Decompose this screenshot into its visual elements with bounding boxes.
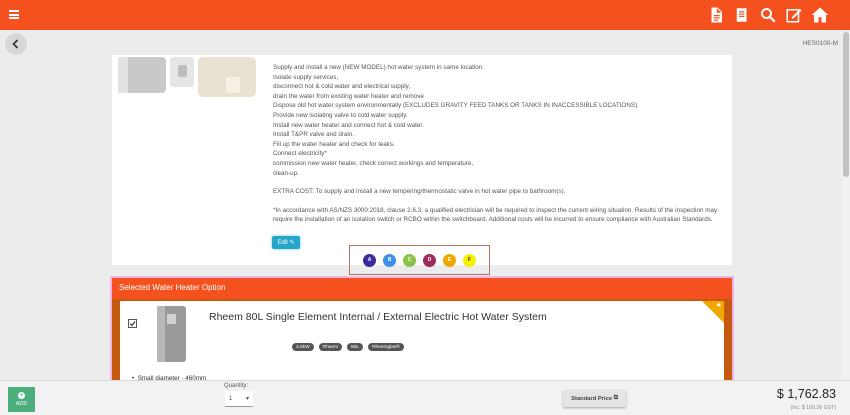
top-icons	[706, 5, 830, 25]
total-price: $ 1,762.83	[776, 387, 836, 401]
top-app-bar	[0, 0, 850, 30]
desc-line: Provide new isolating valve to cold wate…	[273, 111, 408, 119]
star-icon: ★	[715, 302, 722, 309]
desc-line: drain the water from existing water heat…	[273, 92, 424, 100]
standard-price-label: Standard Price	[571, 395, 613, 402]
option-circle-e[interactable]: E	[443, 253, 456, 267]
back-button[interactable]	[5, 33, 27, 55]
selected-option-header: Selected Water Heater Option	[112, 278, 732, 299]
desc-line: disconnect hot & cold water and electric…	[273, 83, 411, 91]
edit-icon: ✎	[289, 240, 295, 246]
check-icon	[129, 321, 136, 327]
home-icon[interactable]	[810, 5, 830, 25]
product-tags: 3.6kW Rheem 80L Rheemglas®	[292, 343, 404, 351]
desc-line: Install T&PR valve and drain.	[273, 131, 355, 139]
edit-button[interactable]: Edit ✎	[272, 236, 300, 249]
search-icon[interactable]	[758, 5, 778, 25]
product-checkbox[interactable]	[128, 319, 137, 328]
quantity-select[interactable]: 1 ▾	[225, 391, 253, 407]
quantity-value: 1	[229, 395, 233, 402]
desc-line: Connect electricity*	[273, 150, 327, 158]
desc-line: Isolate supply services,	[273, 73, 339, 81]
desc-line: Fill up the water heater and check for l…	[273, 140, 395, 148]
product-image	[118, 57, 256, 97]
edit-label: Edit	[277, 239, 288, 246]
option-circle-b[interactable]: B	[383, 253, 396, 267]
menu-icon[interactable]	[9, 10, 19, 19]
option-circle-d[interactable]: D	[423, 253, 436, 267]
desc-line: clean-up.	[273, 169, 299, 177]
book-icon[interactable]	[732, 5, 752, 25]
footer-bar: + ADD Quantity: 1 ▾ Standard Price ⧉ $ 1,…	[0, 380, 850, 415]
desc-line: Supply and install a new (NEW MODEL) hot…	[273, 64, 485, 71]
compliance-note: *In accordance with AS/NZS 3000:2018, cl…	[273, 206, 718, 224]
selected-option-panel: Selected Water Heater Option Rheem 80L S…	[110, 276, 734, 386]
add-button[interactable]: + ADD	[8, 387, 35, 412]
caret-down-icon: ▾	[245, 396, 249, 402]
option-circle-a[interactable]: A	[363, 253, 376, 267]
selected-product-card: Rheem 80L Single Element Internal / Exte…	[120, 301, 724, 386]
edit-icon[interactable]	[784, 5, 804, 25]
add-label: ADD	[15, 401, 28, 407]
option-selector: A B C D E F	[349, 245, 490, 275]
document-icon[interactable]	[706, 5, 726, 25]
page-code: HES0100-M	[802, 40, 838, 47]
external-icon: ⧉	[613, 395, 618, 401]
desc-line: Dispose old hot water system environment…	[273, 102, 639, 110]
tag-badge: 3.6kW	[292, 343, 314, 351]
quantity-label: Quantity:	[224, 383, 249, 389]
desc-line: Install new water heater and connect hot…	[273, 121, 424, 129]
plus-icon: +	[18, 392, 25, 399]
water-heater-image	[157, 306, 186, 362]
tag-badge: Rheemglas®	[368, 343, 404, 351]
option-circle-c[interactable]: C	[403, 253, 416, 267]
option-circle-f[interactable]: F	[463, 253, 476, 267]
extra-cost: EXTRA COST: To supply and install a new …	[273, 188, 566, 196]
tag-badge: Rheem	[318, 343, 343, 351]
service-card: Supply and install a new (NEW MODEL) hot…	[112, 55, 732, 265]
standard-price-button[interactable]: Standard Price ⧉	[563, 390, 626, 407]
tag-badge: 80L	[347, 343, 364, 351]
gst-note: (Inc. $ 160.26 GST)	[790, 405, 836, 411]
desc-line: commission new water heater, check corre…	[273, 159, 474, 167]
description: Supply and install a new (NEW MODEL) hot…	[273, 63, 725, 225]
chevron-left-icon	[12, 39, 19, 49]
product-title: Rheem 80L Single Element Internal / Exte…	[209, 311, 547, 323]
scrollbar-thumb[interactable]	[843, 32, 849, 177]
